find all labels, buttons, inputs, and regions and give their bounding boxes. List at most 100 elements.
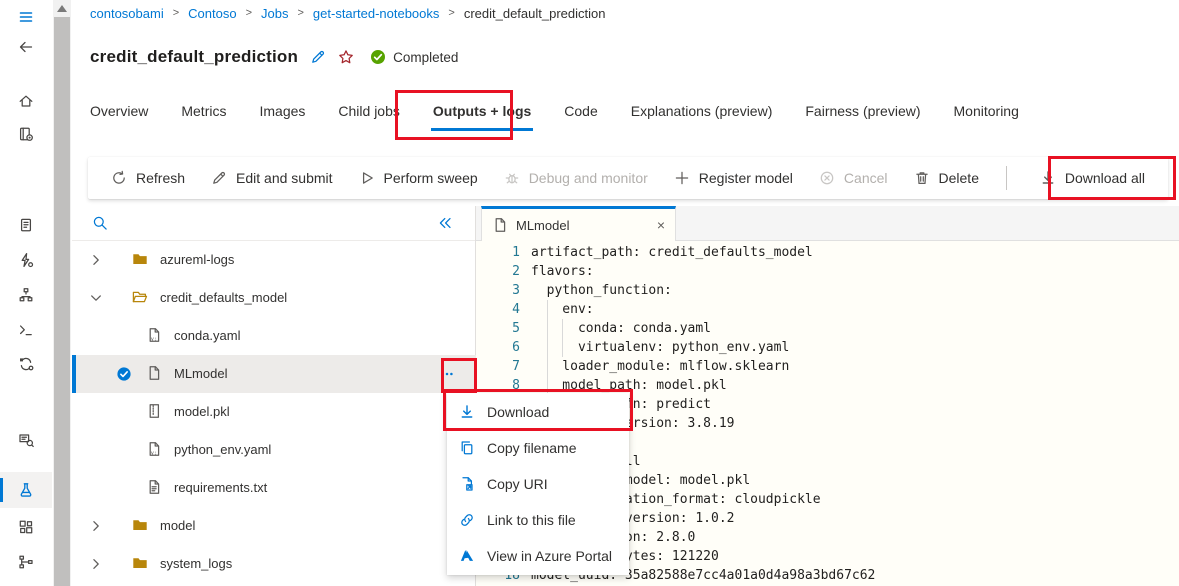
sidebar-item-components[interactable] [0, 510, 52, 544]
menu-item-copy-filename[interactable]: Copy filename [447, 430, 629, 466]
editor-tab-label: MLmodel [516, 218, 649, 233]
components-icon [18, 519, 34, 535]
collapse-panel-icon[interactable] [437, 215, 453, 231]
tree-item-model[interactable]: model [72, 507, 476, 545]
tab-monitoring[interactable]: Monitoring [952, 101, 1021, 131]
sidebar-item-hamburger-menu[interactable] [0, 0, 52, 34]
code-text: env: [531, 300, 594, 319]
more-options-button[interactable] [434, 363, 460, 385]
file-icon [146, 365, 162, 381]
status-check-icon [370, 49, 386, 65]
sidebar-item-designer[interactable] [0, 278, 52, 312]
code-text: python_function: [531, 281, 672, 300]
tree-item-label: conda.yaml [174, 328, 240, 343]
sidebar-item-back-arrow[interactable] [0, 30, 52, 64]
experiments-flask-icon [18, 482, 34, 498]
favorite-star-icon[interactable] [338, 49, 354, 65]
breadcrumb-item[interactable]: get-started-notebooks [313, 6, 439, 21]
tab-child-jobs[interactable]: Child jobs [336, 101, 401, 131]
perform-sweep-button[interactable]: Perform sweep [346, 162, 491, 194]
hamburger-menu-icon [18, 9, 34, 25]
toolbar-button-label: Perform sweep [384, 170, 478, 186]
download-icon [459, 404, 475, 420]
file-yaml-icon: y: [146, 327, 162, 343]
tab-overview[interactable]: Overview [88, 101, 150, 131]
code-text: loader_module: mlflow.sklearn [531, 357, 789, 376]
trash-icon [914, 170, 930, 186]
debug-and-monitor-button: Debug and monitor [491, 162, 661, 194]
edit-title-icon[interactable] [310, 49, 326, 65]
notebooks-icon [18, 126, 34, 142]
close-tab-icon[interactable]: × [657, 218, 665, 232]
tree-item-model-pkl[interactable]: model.pkl [72, 393, 476, 431]
sidebar-item-jobs-list[interactable] [0, 208, 52, 242]
breadcrumb-separator: > [297, 7, 303, 19]
register-model-button[interactable]: Register model [661, 162, 806, 194]
sidebar-item-automl[interactable] [0, 243, 52, 277]
sidebar-item-models[interactable] [0, 347, 52, 381]
sidebar-item-notebooks[interactable] [0, 117, 52, 151]
tree-item-python-env-yaml[interactable]: y:python_env.yaml [72, 431, 476, 469]
tab-outputs-logs[interactable]: Outputs + logs [431, 101, 533, 131]
sidebar-item-experiments-flask[interactable] [0, 472, 52, 508]
sidebar-item-home[interactable] [0, 84, 52, 118]
folder-open-icon [132, 289, 148, 305]
home-icon [18, 93, 34, 109]
breadcrumb-item: credit_default_prediction [464, 6, 606, 21]
tab-images[interactable]: Images [257, 101, 307, 131]
download-all-button[interactable]: Download all [1027, 162, 1158, 194]
tree-item-label: azureml-logs [160, 252, 234, 267]
tree-item-requirements-txt[interactable]: requirements.txt [72, 469, 476, 507]
editor-tab-mlmodel[interactable]: MLmodel × [481, 206, 676, 241]
code-line: 6 virtualenv: python_env.yaml [476, 338, 1179, 357]
refresh-button[interactable]: Refresh [98, 162, 198, 194]
breadcrumb-separator: > [246, 7, 252, 19]
breadcrumb-item[interactable]: contosobami [90, 6, 164, 21]
search-icon[interactable] [92, 215, 108, 231]
page-title: credit_default_prediction [90, 47, 298, 67]
tab-metrics[interactable]: Metrics [179, 101, 228, 131]
line-number: 3 [476, 281, 520, 300]
sidebar-item-terminal[interactable] [0, 313, 52, 347]
line-number: 2 [476, 262, 520, 281]
tree-item-system-logs[interactable]: system_logs [72, 545, 476, 583]
code-text: flavors: [531, 262, 594, 281]
toolbar-button-label: Download all [1065, 170, 1145, 186]
tree-item-mlmodel[interactable]: MLmodel [72, 355, 476, 393]
breadcrumb-item[interactable]: Jobs [261, 6, 288, 21]
chevron-right-icon[interactable] [88, 252, 104, 268]
menu-item-download[interactable]: Download [447, 394, 629, 430]
sidebar-item-pipelines[interactable] [0, 545, 52, 579]
collapse-double-chevron-icon [437, 215, 453, 231]
tab-fairness-preview-[interactable]: Fairness (preview) [803, 101, 922, 131]
tree-item-azureml-logs[interactable]: azureml-logs [72, 241, 476, 279]
menu-item-copy-uri[interactable]: Copy URI [447, 466, 629, 502]
chevron-down-icon[interactable] [88, 290, 104, 306]
menu-item-view-in-azure-portal[interactable]: View in Azure Portal [447, 538, 629, 574]
folder-icon [132, 251, 148, 267]
sidebar-item-data-monitor[interactable] [0, 423, 52, 457]
scrollbar-thumb[interactable] [54, 17, 70, 586]
tab-explanations-preview-[interactable]: Explanations (preview) [629, 101, 775, 131]
tree-item-credit-defaults-model[interactable]: credit_defaults_model [72, 279, 476, 317]
completed-check-icon [370, 49, 386, 65]
breadcrumb-item[interactable]: Contoso [188, 6, 236, 21]
code-line: 4 env: [476, 300, 1179, 319]
chevron-right-icon[interactable] [88, 518, 104, 534]
code-text: conda: conda.yaml [531, 319, 711, 338]
file-icon [492, 217, 508, 233]
menu-item-link-to-this-file[interactable]: Link to this file [447, 502, 629, 538]
chevron-right-icon[interactable] [88, 556, 104, 572]
line-number: 1 [476, 243, 520, 262]
scrollbar-up-arrow-icon[interactable] [57, 5, 67, 12]
tree-item-conda-yaml[interactable]: y: conda.yaml [72, 317, 476, 355]
plus-icon [674, 170, 690, 186]
cancel-circle-icon [819, 170, 835, 186]
more-ellipsis-icon [439, 366, 455, 382]
tab-code[interactable]: Code [562, 101, 599, 131]
line-number: 4 [476, 300, 520, 319]
edit-and-submit-button[interactable]: Edit and submit [198, 162, 346, 194]
tree-item-label: credit_defaults_model [160, 290, 287, 305]
delete-button[interactable]: Delete [901, 162, 992, 194]
page-scrollbar[interactable] [53, 0, 71, 586]
